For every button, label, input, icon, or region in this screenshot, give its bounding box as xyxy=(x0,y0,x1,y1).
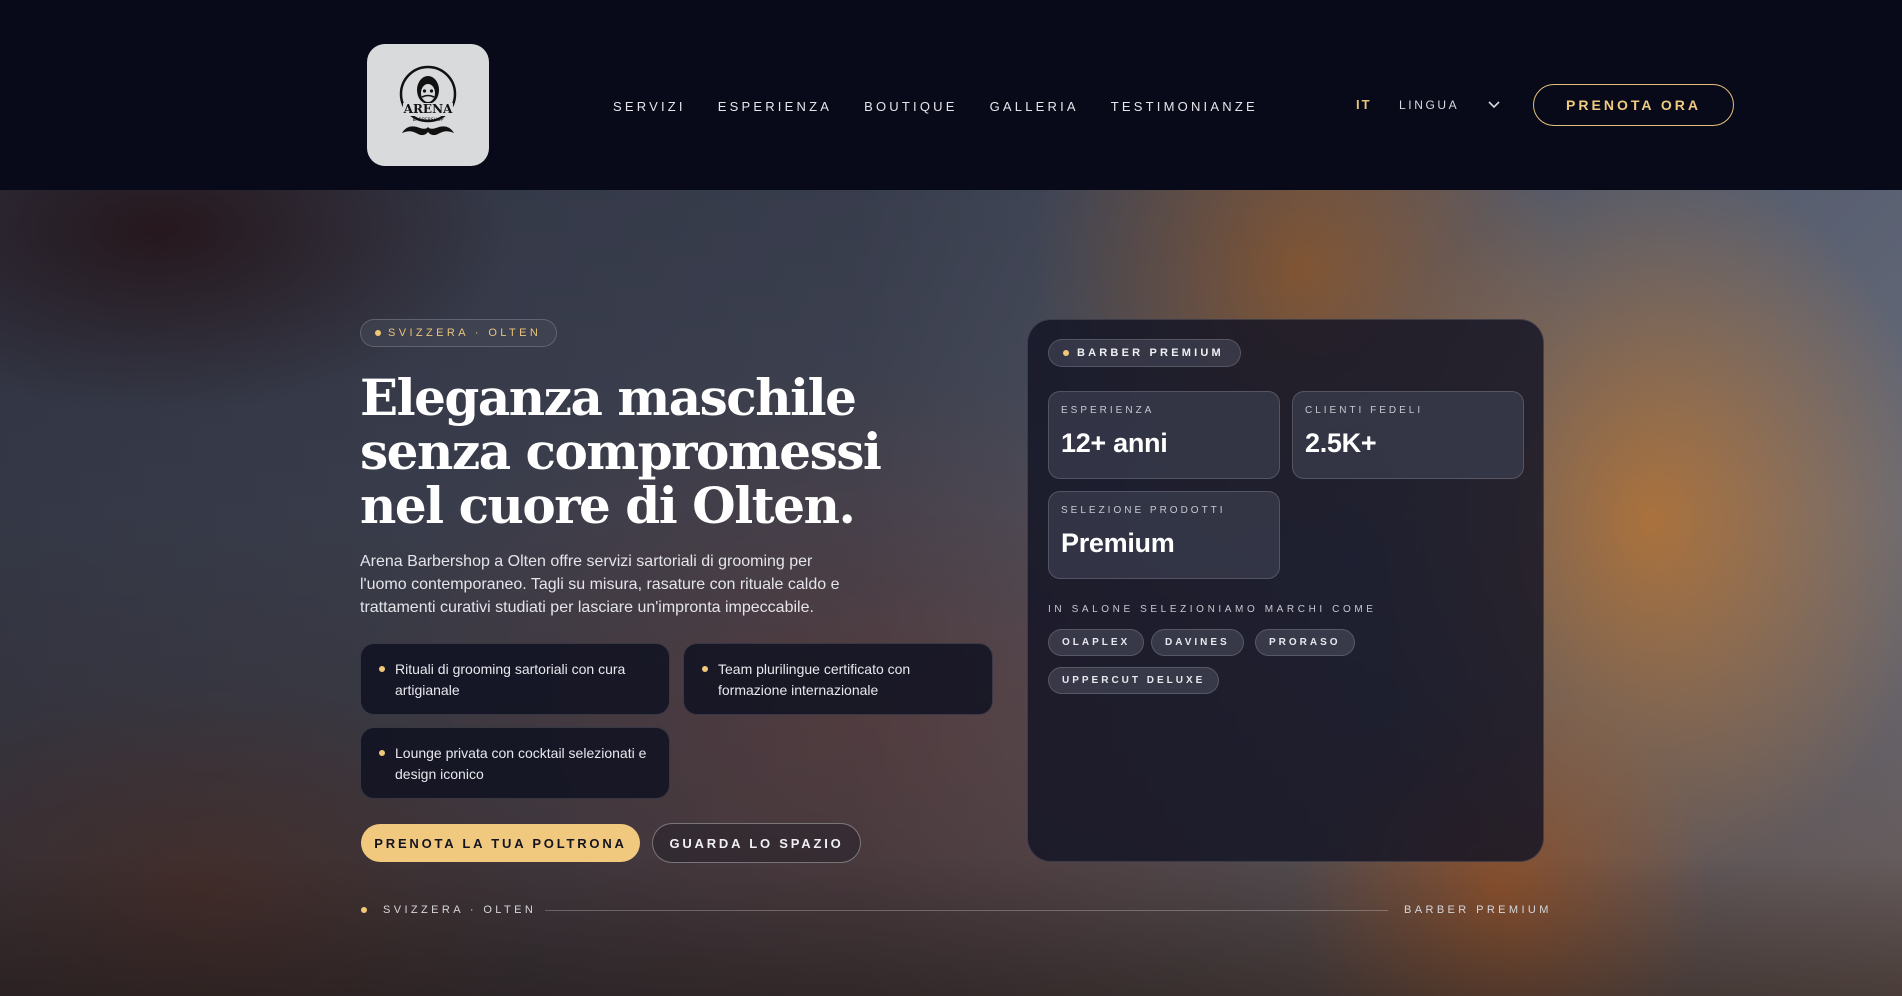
svg-text:ARENA: ARENA xyxy=(403,102,453,116)
language-code[interactable]: IT xyxy=(1356,97,1372,112)
location-tag: SVIZZERA · OLTEN xyxy=(360,319,558,347)
stat-value: 12+ anni xyxy=(1061,428,1168,458)
hero-bottom-overlay xyxy=(0,856,1902,996)
stat-loyal-clients: CLIENTI FEDELI 2.5K+ xyxy=(1292,391,1524,479)
stat-label: CLIENTI FEDELI xyxy=(1305,405,1424,416)
feature-card: Rituali di grooming sartoriali con cura … xyxy=(360,643,670,715)
book-now-button[interactable]: PRENOTA ORA xyxy=(1533,84,1734,126)
chevron-down-icon[interactable] xyxy=(1486,96,1502,112)
divider-line xyxy=(545,910,1388,911)
brand-chip-uppercut-deluxe: UPPERCUT DELUXE xyxy=(1048,667,1220,694)
bullet-dot-icon xyxy=(379,750,385,756)
bullet-dot-icon xyxy=(702,666,708,672)
nav-item-galleria[interactable]: GALLERIA xyxy=(990,99,1079,114)
book-chair-button[interactable]: PRENOTA LA TUA POLTRONA xyxy=(361,824,640,862)
site-header: ARENA BARBERSHOP SERVIZI ESPERIENZA BOUT… xyxy=(0,0,1902,190)
stat-experience: ESPERIENZA 12+ anni xyxy=(1048,391,1280,479)
hero-title-line: Eleganza maschile xyxy=(360,368,857,427)
stat-value: Premium xyxy=(1061,528,1175,558)
brand-chip-olaplex: OLAPLEX xyxy=(1048,629,1145,656)
feature-text: Lounge privata con cocktail selezionati … xyxy=(395,745,647,782)
brand-chip-proraso: PRORASO xyxy=(1255,629,1355,656)
hero-footer-tagline: BARBER PREMIUM xyxy=(1404,904,1552,916)
nav-item-boutique[interactable]: BOUTIQUE xyxy=(864,99,958,114)
hero-footer-location: SVIZZERA · OLTEN xyxy=(361,904,536,916)
feature-text: Team plurilingue certificato con formazi… xyxy=(718,661,911,698)
bullet-dot-icon xyxy=(361,907,367,913)
stat-product-selection: SELEZIONE PRODOTTI Premium xyxy=(1048,491,1280,579)
bullet-dot-icon xyxy=(1063,350,1069,356)
hero-section xyxy=(0,190,1902,996)
nav-item-esperienza[interactable]: ESPERIENZA xyxy=(718,99,832,114)
main-nav: SERVIZI ESPERIENZA BOUTIQUE GALLERIA TES… xyxy=(613,99,1290,114)
premium-info-card: BARBER PREMIUM ESPERIENZA 12+ anni CLIEN… xyxy=(1027,319,1544,862)
stat-label: SELEZIONE PRODOTTI xyxy=(1061,505,1226,516)
hero-title: Eleganza maschile senza compromessi nel … xyxy=(360,371,900,533)
stat-label: ESPERIENZA xyxy=(1061,405,1155,416)
brands-title: IN SALONE SELEZIONIAMO MARCHI COME xyxy=(1048,604,1377,615)
hero-title-line: senza compromessi xyxy=(360,422,882,481)
bullet-dot-icon xyxy=(379,666,385,672)
card-tag-label: BARBER PREMIUM xyxy=(1077,347,1224,359)
location-tag-label: SVIZZERA · OLTEN xyxy=(388,327,542,339)
language-selector[interactable]: LINGUA xyxy=(1399,98,1459,112)
feature-text: Rituali di grooming sartoriali con cura … xyxy=(395,661,626,698)
hero-description: Arena Barbershop a Olten offre servizi s… xyxy=(360,553,840,616)
feature-card: Team plurilingue certificato con formazi… xyxy=(683,643,993,715)
nav-item-testimonianze[interactable]: TESTIMONIANZE xyxy=(1111,99,1258,114)
hero-title-line: nel cuore di Olten. xyxy=(360,476,856,535)
barbershop-logo-icon: ARENA BARBERSHOP xyxy=(399,65,457,136)
feature-card: Lounge privata con cocktail selezionati … xyxy=(360,727,670,799)
brand-chip-davines: DAVINES xyxy=(1151,629,1244,656)
view-space-button[interactable]: GUARDA LO SPAZIO xyxy=(652,823,861,863)
bullet-dot-icon xyxy=(375,330,381,336)
card-tag: BARBER PREMIUM xyxy=(1048,339,1241,367)
stat-value: 2.5K+ xyxy=(1305,428,1377,458)
svg-text:BARBERSHOP: BARBERSHOP xyxy=(413,117,444,123)
brand-logo[interactable]: ARENA BARBERSHOP xyxy=(367,44,489,166)
hero-footer-location-label: SVIZZERA · OLTEN xyxy=(383,904,537,916)
nav-item-servizi[interactable]: SERVIZI xyxy=(613,99,686,114)
